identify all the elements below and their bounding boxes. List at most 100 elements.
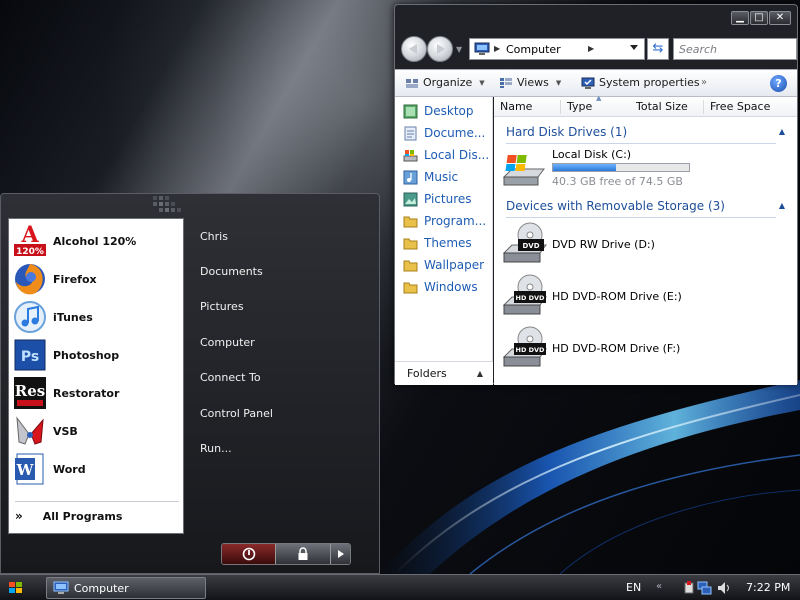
- safely-remove-hardware-icon[interactable]: [684, 581, 694, 594]
- organize-button[interactable]: Organize ▼: [405, 76, 485, 89]
- program-label: Photoshop: [53, 348, 120, 362]
- program-word[interactable]: W Word: [13, 451, 86, 487]
- alcohol-icon: A 120%: [14, 224, 46, 257]
- all-programs-button[interactable]: » All Programs: [15, 509, 122, 523]
- hd-dvd-badge: HD DVD: [516, 346, 546, 354]
- address-bar[interactable]: ▶ Computer ▶: [469, 38, 645, 60]
- minimize-button[interactable]: ▁: [731, 11, 749, 25]
- program-restorator[interactable]: Res Restorator: [13, 375, 119, 411]
- recent-pages-dropdown-icon[interactable]: ▼: [456, 45, 462, 54]
- nav-item-desktop[interactable]: Desktop: [403, 101, 474, 121]
- drive-name: DVD RW Drive (D:): [552, 238, 655, 251]
- lock-button[interactable]: [275, 544, 331, 564]
- chevron-right-icon: [337, 550, 344, 558]
- nav-label: Local Dis...: [424, 148, 490, 162]
- navigation-pane: Desktop Docume... Local Dis... Music Pic…: [395, 97, 493, 385]
- vsb-icon: [16, 416, 44, 445]
- chevron-up-icon: ▲: [476, 369, 483, 378]
- capacity-bar: [552, 163, 690, 172]
- collapse-group-icon[interactable]: ▲: [779, 201, 785, 210]
- column-header-free-space[interactable]: Free Space: [703, 100, 797, 114]
- shutdown-options-button[interactable]: [330, 544, 350, 564]
- nav-item-local-disk[interactable]: Local Dis...: [403, 145, 489, 165]
- address-dropdown-icon[interactable]: [630, 45, 638, 50]
- nav-item-themes[interactable]: Themes: [403, 233, 472, 253]
- taskbar-button-computer[interactable]: Computer: [46, 577, 206, 599]
- column-header-name[interactable]: Name: [494, 100, 560, 114]
- group-divider: [506, 217, 776, 218]
- place-computer[interactable]: Computer: [200, 336, 255, 349]
- breadcrumb-separator-icon[interactable]: ▶: [588, 44, 594, 53]
- column-header-type[interactable]: Type: [560, 100, 630, 114]
- program-label: iTunes: [53, 310, 93, 324]
- views-button[interactable]: Views ▼: [499, 76, 561, 89]
- views-icon: [500, 77, 512, 88]
- place-control-panel[interactable]: Control Panel: [200, 407, 273, 420]
- folders-toggle[interactable]: Folders ▲: [395, 361, 493, 385]
- documents-icon: [404, 126, 417, 140]
- nav-item-documents[interactable]: Docume...: [403, 123, 485, 143]
- nav-label: Docume...: [424, 126, 486, 140]
- address-text[interactable]: Computer: [506, 43, 561, 56]
- help-icon[interactable]: ?: [770, 75, 787, 92]
- clock[interactable]: 7:22 PM: [746, 581, 790, 594]
- drive-name: Local Disk (C:): [552, 148, 632, 161]
- nav-item-windows[interactable]: Windows: [403, 277, 478, 297]
- forward-arrow-icon: [437, 44, 445, 54]
- place-pictures[interactable]: Pictures: [200, 300, 244, 313]
- folder-icon: [403, 216, 418, 227]
- forward-button[interactable]: [427, 36, 453, 62]
- place-documents[interactable]: Documents: [200, 265, 263, 278]
- show-hidden-icons-button[interactable]: «: [656, 581, 662, 592]
- pinned-programs-panel: A 120% Alcohol 120% Firefox iTunes Ps Ph…: [8, 218, 184, 534]
- back-arrow-icon: [409, 44, 417, 54]
- group-header-hard-disk[interactable]: Hard Disk Drives (1): [506, 125, 627, 139]
- folders-label: Folders: [407, 367, 447, 380]
- dvd-drive-icon: DVD: [502, 222, 547, 263]
- group-header-removable[interactable]: Devices with Removable Storage (3): [506, 199, 725, 213]
- program-photoshop[interactable]: Ps Photoshop: [13, 337, 119, 373]
- nav-item-pictures[interactable]: Pictures: [403, 189, 472, 209]
- program-vsb[interactable]: VSB: [13, 413, 78, 449]
- close-button[interactable]: ✕: [769, 11, 791, 25]
- place-connect-to[interactable]: Connect To: [200, 371, 261, 384]
- breadcrumb-separator-icon[interactable]: ▶: [494, 44, 500, 53]
- collapse-group-icon[interactable]: ▲: [779, 127, 785, 136]
- nav-label: Music: [424, 170, 459, 184]
- back-button[interactable]: [401, 36, 427, 62]
- address-row: ▼ ▶ Computer ▶ ⇆ Search: [399, 35, 797, 67]
- power-button[interactable]: [222, 544, 276, 564]
- refresh-button[interactable]: ⇆: [647, 38, 669, 60]
- nav-item-program-files[interactable]: Program...: [403, 211, 486, 231]
- command-bar: Organize ▼ Views ▼ System properties » ?: [395, 69, 797, 97]
- power-controls: [221, 543, 351, 565]
- maximize-button[interactable]: □: [750, 11, 768, 25]
- nav-item-wallpaper[interactable]: Wallpaper: [403, 255, 484, 275]
- network-icon[interactable]: [697, 581, 712, 595]
- place-user-folder[interactable]: Chris: [200, 230, 228, 243]
- organize-dropdown-icon: ▼: [479, 78, 485, 87]
- program-itunes[interactable]: iTunes: [13, 299, 93, 335]
- more-commands-button[interactable]: »: [701, 77, 707, 88]
- place-run[interactable]: Run...: [200, 442, 232, 455]
- volume-icon[interactable]: [718, 582, 729, 594]
- column-header-total-size[interactable]: Total Size: [630, 100, 703, 114]
- explorer-window[interactable]: ▁ □ ✕ ▼ ▶ Computer ▶ ⇆ Search Organize ▼: [394, 4, 798, 385]
- notification-area-icons: [684, 581, 729, 595]
- system-properties-button[interactable]: System properties: [581, 76, 700, 89]
- start-button[interactable]: [6, 578, 26, 598]
- nav-label: Program...: [424, 214, 487, 228]
- search-input[interactable]: Search: [673, 38, 797, 60]
- organize-label: Organize: [423, 76, 473, 89]
- program-alcohol-120[interactable]: A 120% Alcohol 120%: [13, 223, 136, 259]
- nav-item-music[interactable]: Music: [403, 167, 458, 187]
- search-placeholder: Search: [679, 43, 718, 56]
- restorator-icon: Res: [14, 377, 46, 409]
- restorator-badge: Res: [15, 382, 45, 400]
- organize-icon: [406, 78, 418, 88]
- all-programs-label: All Programs: [42, 509, 123, 523]
- power-icon: [242, 547, 255, 561]
- language-indicator[interactable]: EN: [626, 581, 641, 594]
- alcohol-badge: 120%: [16, 247, 44, 257]
- program-firefox[interactable]: Firefox: [13, 261, 97, 297]
